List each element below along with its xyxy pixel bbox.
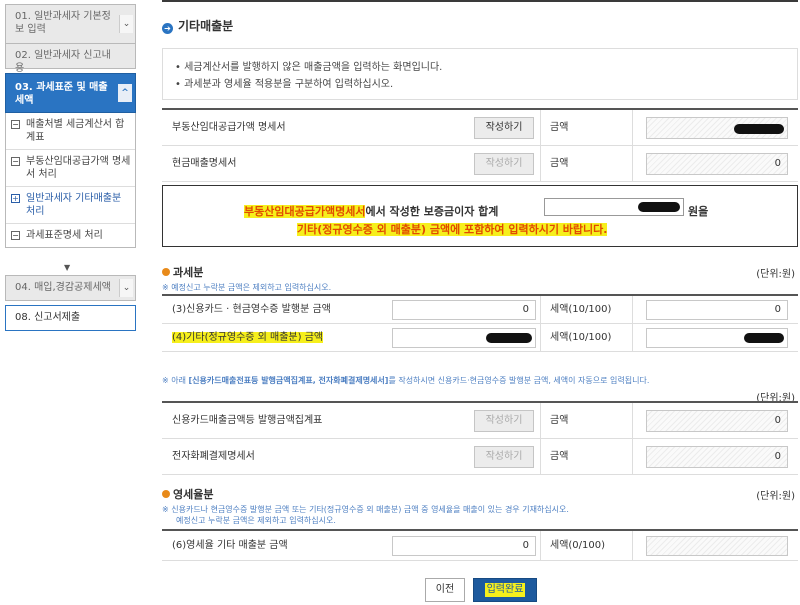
taxable-note: ※ 예정신고 누락분 금액은 제외하고 입력하십시오. xyxy=(162,283,332,292)
row-label: (4)기타(정규영수증 외 매출분) 금액 xyxy=(172,332,324,343)
table-row: (6)영세율 기타 매출분 금액 0 세액(0/100) xyxy=(162,531,798,561)
notice-box: • 세금계산서를 발행하지 않은 매출금액을 입력하는 화면입니다. • 과세분… xyxy=(162,48,798,100)
sidebar-item-submit[interactable]: 08. 신고서제출 xyxy=(5,305,136,331)
sub-item-label: 매출처별 세금계산서 합계표 xyxy=(26,119,125,143)
top-rule xyxy=(162,0,798,2)
sub-item-real-estate[interactable]: − 부동산임대공급가액 명세서 처리 xyxy=(6,150,135,187)
row-label: 전자화폐결제명세서 xyxy=(172,451,255,462)
sidebar-item-label: 02. 일반과세자 신고내용 xyxy=(15,50,111,74)
amount-label: 금액 xyxy=(550,415,569,426)
bullet-icon xyxy=(162,268,170,276)
sidebar-sub-list: − 매출처별 세금계산서 합계표 − 부동산임대공급가액 명세서 처리 + 일반… xyxy=(5,113,136,248)
collapse-icon: − xyxy=(11,120,20,129)
tax-label: 세액(10/100) xyxy=(550,332,612,343)
bullet-icon xyxy=(162,490,170,498)
tax-label: 세액(0/100) xyxy=(550,540,606,551)
unit-label: (단위:원) xyxy=(756,269,795,280)
zero-rated-note-1: ※ 신용카드나 현금영수증 발행분 금액 또는 기타(정규영수증 외 매출분) … xyxy=(162,505,569,514)
sub-item-label: 부동산임대공급가액 명세서 처리 xyxy=(26,156,131,180)
info-text: 에서 작성한 보증금이자 합계 xyxy=(365,205,499,218)
down-arrow-icon: ▼ xyxy=(64,263,71,272)
card-tax-input[interactable]: 0 xyxy=(646,300,788,320)
sub-item-label: 일반과세자 기타매출분 처리 xyxy=(26,193,122,217)
table-row: (4)기타(정규영수증 외 매출분) 금액 세액(10/100) xyxy=(162,324,798,352)
chevron-up-icon[interactable]: ^ xyxy=(118,84,132,102)
sidebar-item-label: 08. 신고서제출 xyxy=(15,312,81,323)
sub-item-label: 과세표준명세 처리 xyxy=(26,230,103,241)
zero-rated-heading: 영세율분 xyxy=(162,486,213,502)
sub-item-sales-tax-invoice[interactable]: − 매출처별 세금계산서 합계표 xyxy=(6,113,135,150)
prev-button[interactable]: 이전 xyxy=(425,578,465,602)
zero-rated-tax-field xyxy=(646,536,788,556)
info-line-2: 기타(정규영수증 외 매출분) 금액에 포함하여 입력하시기 바랍니다. xyxy=(297,223,608,236)
taxable-heading: 과세분 xyxy=(162,264,203,280)
unit-label: (단위:원) xyxy=(756,491,795,502)
sidebar-item-label: 01. 일반과세자 기본정보 입력 xyxy=(15,11,111,35)
notice-line: • 과세분과 영세율 적용분을 구분하여 입력하십시오. xyxy=(175,79,394,90)
sub-item-tax-base-detail[interactable]: − 과세표준명세 처리 xyxy=(6,224,135,247)
write-button[interactable]: 작성하기 xyxy=(474,446,534,468)
card-note: ※ 아래 [신용카드매출전표등 발행금액집계표, 전자화폐결제명세서]를 작성하… xyxy=(162,376,650,385)
info-line-1: 부동산임대공급가액명세서에서 작성한 보증금이자 합계 xyxy=(244,203,498,219)
card-amount-input[interactable]: 0 xyxy=(392,300,536,320)
table-row: 신용카드매출금액등 발행금액집계표 작성하기 금액 0 xyxy=(162,403,798,439)
table-row: 부동산임대공급가액 명세서 작성하기 금액 xyxy=(162,110,798,146)
notice-line: • 세금계산서를 발행하지 않은 매출금액을 입력하는 화면입니다. xyxy=(175,62,443,73)
collapse-icon: − xyxy=(11,231,20,240)
redaction-mark xyxy=(744,333,784,343)
info-line-1-end: 원을 xyxy=(688,205,709,218)
chevron-down-icon[interactable]: ⌄ xyxy=(119,279,133,297)
zero-rated-amount-input[interactable]: 0 xyxy=(392,536,536,556)
amount-field: 0 xyxy=(646,153,788,175)
row-label: (3)신용카드 · 현금영수증 발행분 금액 xyxy=(172,304,331,315)
submit-button[interactable]: 입력완료 xyxy=(473,578,537,602)
zero-rated-note-2: 예정신고 누락분 금액은 제외하고 입력하십시오. xyxy=(176,516,336,525)
tax-label: 세액(10/100) xyxy=(550,304,612,315)
table-row: (3)신용카드 · 현금영수증 발행분 금액 0 세액(10/100) 0 xyxy=(162,296,798,324)
write-button[interactable]: 작성하기 xyxy=(474,117,534,139)
write-button[interactable]: 작성하기 xyxy=(474,153,534,175)
sidebar-item-tax-base[interactable]: 03. 과세표준 및 매출세액 ^ xyxy=(5,73,136,113)
row-label: 부동산임대공급가액 명세서 xyxy=(172,122,286,133)
amount-label: 금액 xyxy=(550,158,569,169)
arrow-circle-icon: ➔ xyxy=(162,23,173,34)
collapse-icon: − xyxy=(11,157,20,166)
redaction-mark xyxy=(734,124,784,134)
amount-label: 금액 xyxy=(550,451,569,462)
amount-field: 0 xyxy=(646,410,788,432)
sidebar-item-label: 03. 과세표준 및 매출세액 xyxy=(15,82,108,106)
row-label: 신용카드매출금액등 발행금액집계표 xyxy=(172,415,323,426)
table-row: 현금매출명세서 작성하기 금액 0 xyxy=(162,146,798,182)
amount-label: 금액 xyxy=(550,122,569,133)
highlight-doc-name: 부동산임대공급가액명세서 xyxy=(244,205,366,218)
chevron-down-icon[interactable]: ⌄ xyxy=(119,15,133,33)
amount-field: 0 xyxy=(646,446,788,468)
sidebar-item-report-content[interactable]: 02. 일반과세자 신고내용 xyxy=(5,43,136,74)
row-label: (6)영세율 기타 매출분 금액 xyxy=(172,540,288,551)
write-button[interactable]: 작성하기 xyxy=(474,410,534,432)
redaction-mark xyxy=(486,333,532,343)
table-row: 전자화폐결제명세서 작성하기 금액 0 xyxy=(162,439,798,475)
sidebar-item-label: 04. 매입,경감공제세액 xyxy=(15,282,111,293)
sub-item-other-sales[interactable]: + 일반과세자 기타매출분 처리 xyxy=(6,187,135,224)
sidebar-item-basic-info[interactable]: 01. 일반과세자 기본정보 입력 ⌄ xyxy=(5,4,136,44)
redaction-mark xyxy=(638,202,680,212)
row-label: 현금매출명세서 xyxy=(172,158,237,169)
page-title: ➔ 기타매출분 xyxy=(162,17,233,34)
expand-icon: + xyxy=(11,194,20,203)
sidebar-item-deduction[interactable]: 04. 매입,경감공제세액 ⌄ xyxy=(5,275,136,301)
